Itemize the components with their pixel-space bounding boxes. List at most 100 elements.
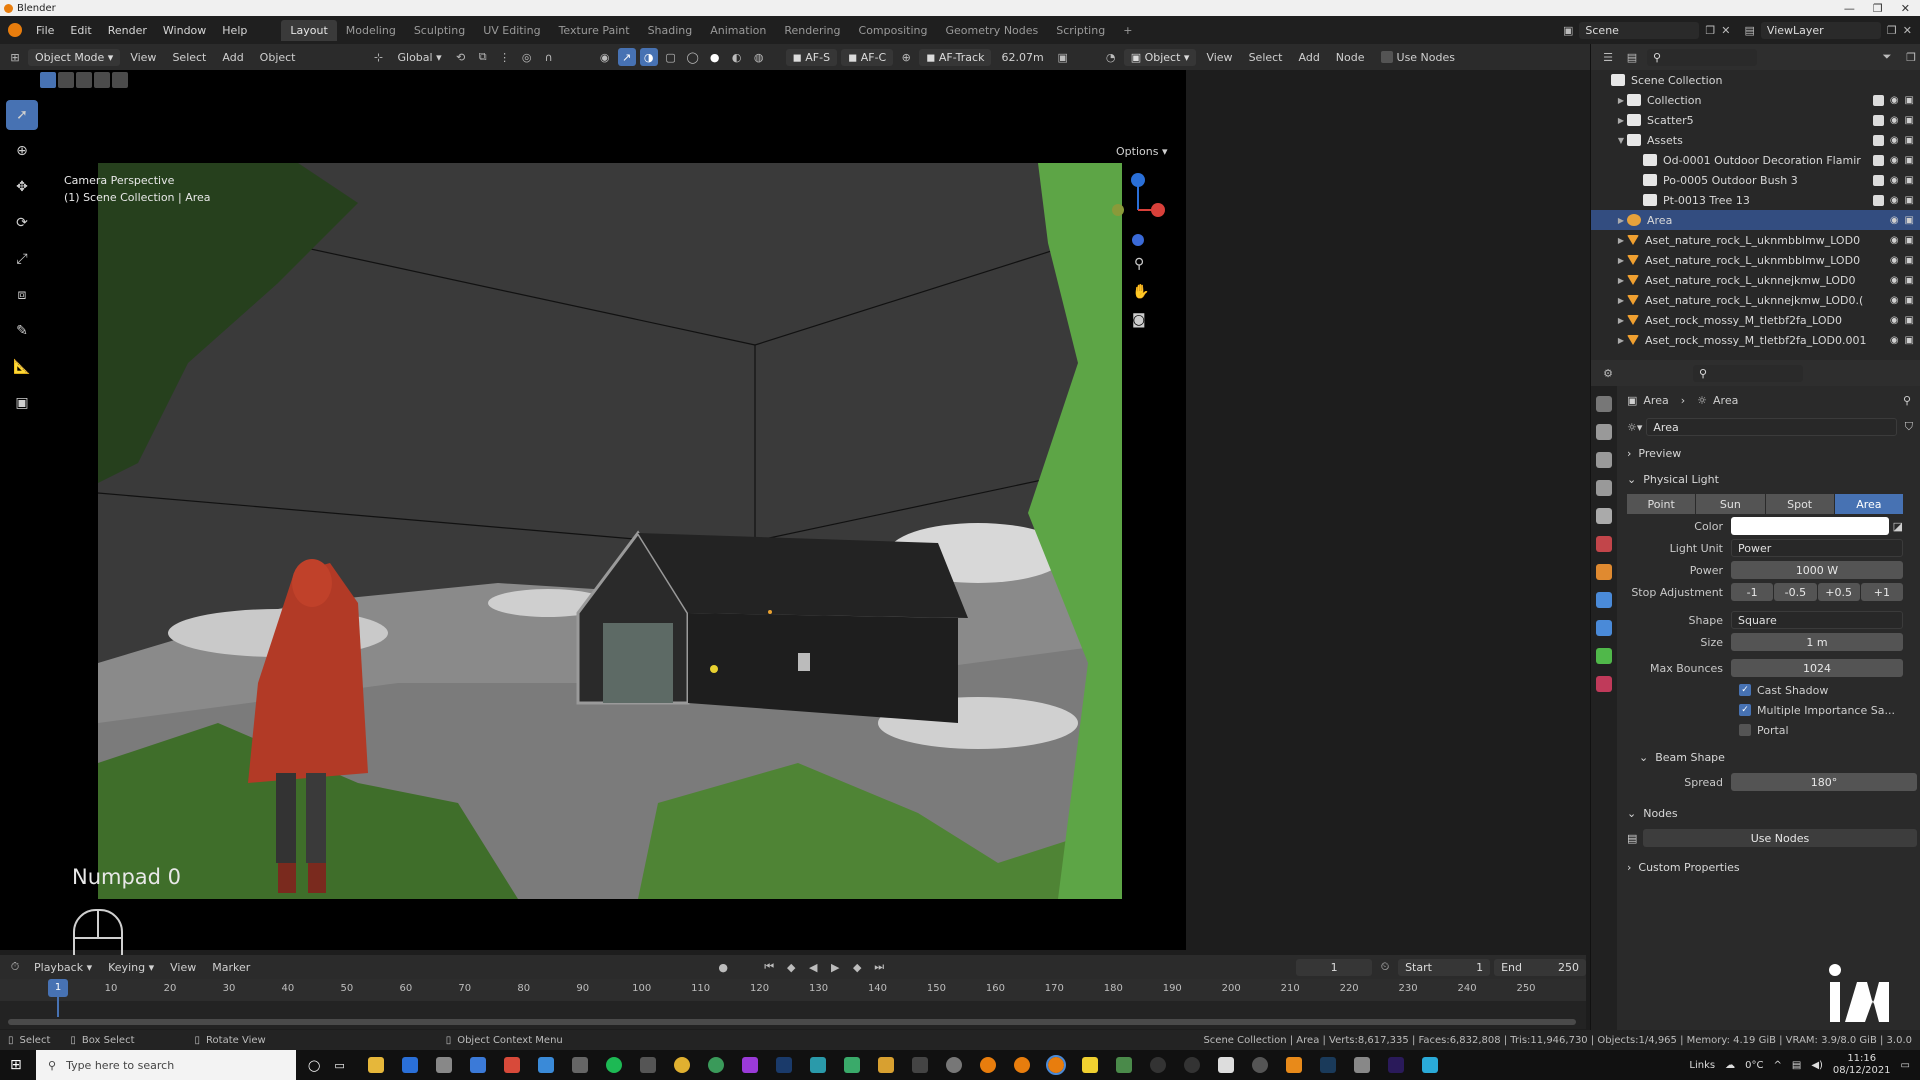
menu-object[interactable]: Object [254, 49, 302, 66]
expand-arrow-icon[interactable]: ▶ [1615, 236, 1627, 245]
app-nl-icon[interactable] [639, 1057, 656, 1073]
render-camera-icon[interactable]: ▣ [1905, 275, 1914, 286]
rotate-tool-icon[interactable]: ⟳ [6, 208, 38, 238]
af-c-button[interactable]: ◼ AF-C [841, 48, 894, 66]
properties-search-input[interactable]: ⚲ [1693, 364, 1803, 382]
temperature[interactable]: 0°C [1745, 1060, 1763, 1071]
fake-user-icon[interactable]: ⛉ [1905, 420, 1913, 434]
stop-plus-1-button[interactable]: +1 [1860, 583, 1903, 601]
record-icon[interactable]: ● [714, 958, 732, 976]
color-picker-icon[interactable]: ◪ [1893, 520, 1903, 533]
measure-tool-icon[interactable]: 📐 [6, 352, 38, 382]
viewlayer-icon[interactable]: ▤ [1745, 24, 1755, 37]
xray-icon[interactable]: ▢ [662, 48, 680, 66]
options-dropdown[interactable]: Options ▾ [1110, 143, 1173, 160]
pan-hand-icon[interactable]: ✋ [1132, 283, 1149, 300]
blender-alt-icon[interactable] [1013, 1057, 1030, 1073]
af-s-button[interactable]: ◼ AF-S [785, 48, 838, 66]
delete-viewlayer-icon[interactable]: ✕ [1903, 24, 1912, 37]
tab-sculpting[interactable]: Sculpting [405, 20, 474, 41]
eye-icon[interactable]: ◉ [1890, 275, 1899, 286]
navigation-gizmo[interactable]: ⚲ ✋ ◙ [1108, 170, 1168, 330]
cortana-icon[interactable]: ◯ [308, 1059, 320, 1072]
render-camera-icon[interactable]: ▣ [1905, 235, 1914, 246]
chrome-icon[interactable] [673, 1057, 690, 1073]
outliner-row[interactable]: ▶ Aset_nature_rock_L_uknmbblmw_LOD0 ◉ ▣ [1591, 250, 1920, 270]
select-intersect-icon[interactable] [112, 72, 128, 88]
overlay-icon[interactable]: ◑ [639, 48, 658, 66]
blender-icon[interactable] [979, 1057, 996, 1073]
outliner-row[interactable]: ▶ Aset_nature_rock_L_uknnejkmw_LOD0.(◉ ▣ [1591, 290, 1920, 310]
maximize-icon[interactable]: ❐ [1873, 2, 1883, 15]
timeline-area[interactable]: 1102030405060708090100110120130140150160… [0, 979, 1586, 1029]
render-camera-icon[interactable]: ▣ [1905, 115, 1914, 126]
zoom-icon[interactable]: ⚲ [1134, 256, 1144, 272]
physical-light-section[interactable]: ⌄ Physical Light [1619, 466, 1920, 492]
menu-render[interactable]: Render [100, 24, 155, 37]
eye-icon[interactable]: ◉ [1890, 255, 1899, 266]
render-camera-icon[interactable]: ▣ [1905, 175, 1914, 186]
y-axis-icon[interactable] [1112, 204, 1124, 216]
solid-shading-icon[interactable]: ● [706, 48, 724, 66]
render-camera-icon[interactable]: ▣ [1905, 135, 1914, 146]
exclude-checkbox[interactable] [1872, 194, 1884, 206]
pivot-icon[interactable]: ⟲ [452, 48, 470, 66]
light-type-spot[interactable]: Spot [1765, 494, 1834, 514]
steam-icon[interactable] [1319, 1057, 1336, 1073]
orientation-dropdown[interactable]: Global ▾ [392, 49, 448, 66]
vlc-icon[interactable] [1285, 1057, 1302, 1073]
expand-arrow-icon[interactable]: ▶ [1615, 96, 1627, 105]
tool-tab-icon[interactable] [1596, 396, 1612, 412]
portal-checkbox[interactable] [1739, 724, 1751, 736]
object-dropdown[interactable]: ▣ Object ▾ [1123, 48, 1197, 66]
light-datablock-icon[interactable]: ☼▾ [1627, 421, 1642, 434]
mis-row[interactable]: ✓ Multiple Importance Sa... [1739, 700, 1920, 720]
portal-row[interactable]: Portal [1739, 720, 1920, 740]
eye-icon[interactable]: ◉ [1890, 195, 1899, 206]
eye-icon[interactable]: ◉ [1890, 95, 1899, 106]
links-toolbar[interactable]: Links [1689, 1060, 1715, 1071]
size-field[interactable]: 1 m [1731, 633, 1903, 651]
app-m-icon[interactable] [877, 1057, 894, 1073]
blender-active-icon[interactable] [1045, 1055, 1066, 1075]
network-icon[interactable]: ▤ [1792, 1060, 1801, 1071]
tab-layout[interactable]: Layout [281, 19, 337, 41]
app-white-icon[interactable] [1217, 1057, 1234, 1073]
tab-animation[interactable]: Animation [701, 20, 775, 41]
render-camera-icon[interactable]: ▣ [1905, 255, 1914, 266]
exclude-checkbox[interactable] [1872, 114, 1884, 126]
eye-icon[interactable]: ◉ [1890, 215, 1899, 226]
cast-shadow-row[interactable]: ✓ Cast Shadow [1739, 680, 1920, 700]
move-tool-icon[interactable]: ✥ [6, 172, 38, 202]
exclude-checkbox[interactable] [1872, 154, 1884, 166]
tab-compositing[interactable]: Compositing [850, 20, 937, 41]
viewlayer-field[interactable]: ViewLayer [1760, 21, 1881, 39]
material-shading-icon[interactable]: ◐ [728, 48, 746, 66]
eye-icon[interactable]: ◉ [1890, 175, 1899, 186]
timeline-ruler[interactable]: 1102030405060708090100110120130140150160… [0, 979, 1586, 1001]
neg-z-axis-icon[interactable] [1132, 234, 1144, 246]
end-frame-field[interactable]: End 250 [1494, 958, 1587, 976]
z-axis-icon[interactable] [1131, 173, 1145, 187]
mode-dropdown[interactable]: Object Mode ▾ [28, 48, 121, 66]
timeline-menu-keying[interactable]: Keying ▾ [102, 959, 160, 976]
camera-view-icon[interactable]: ▣ [1054, 48, 1072, 66]
outliner-row[interactable]: ▶ Collection ◉ ▣ [1591, 90, 1920, 110]
stop-minus-half-button[interactable]: -0.5 [1774, 583, 1817, 601]
select-extend-icon[interactable] [58, 72, 74, 88]
render-camera-icon[interactable]: ▣ [1905, 215, 1914, 226]
current-frame-field[interactable]: 1 [1296, 958, 1373, 976]
play-icon[interactable]: ▶ [826, 958, 844, 976]
pin-icon[interactable]: ⚲ [1903, 394, 1911, 407]
notifications-icon[interactable]: ▭ [1901, 1060, 1910, 1071]
focus-distance[interactable]: 62.07m [995, 49, 1049, 66]
premiere-icon[interactable] [1387, 1057, 1404, 1073]
menu-help[interactable]: Help [214, 24, 255, 37]
expand-arrow-icon[interactable]: ▶ [1615, 216, 1627, 225]
app-leaf-icon[interactable] [1115, 1057, 1132, 1073]
render-camera-icon[interactable]: ▣ [1905, 95, 1914, 106]
expand-arrow-icon[interactable]: ▶ [1615, 336, 1627, 345]
menu-select[interactable]: Select [166, 49, 212, 66]
blender-menu-icon[interactable] [8, 23, 22, 37]
add-cube-tool-icon[interactable]: ▣ [6, 388, 38, 418]
